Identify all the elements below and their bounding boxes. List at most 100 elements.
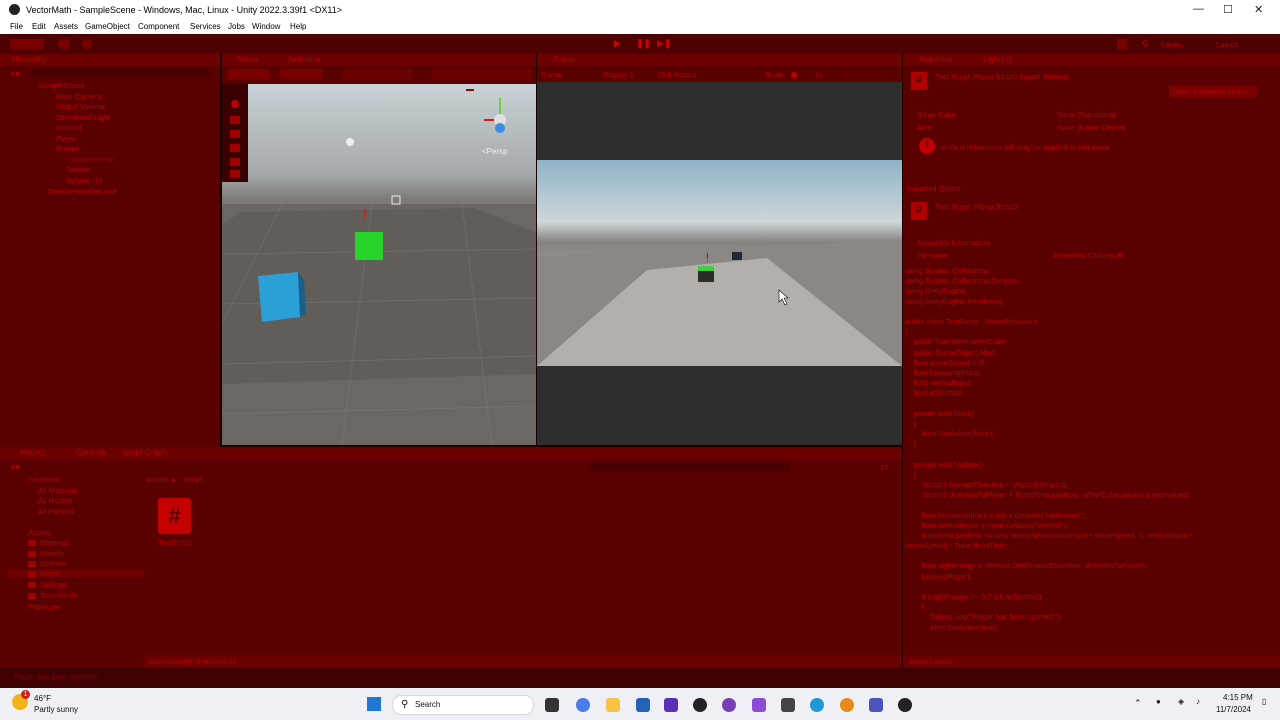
asset-labels-bar[interactable]: Asset Labels — [903, 656, 1280, 668]
close-icon[interactable]: ✕ — [1254, 3, 1263, 16]
file-name[interactable]: TestScript — [158, 538, 191, 547]
packages-folder[interactable]: Packages — [28, 602, 61, 611]
menu-file[interactable]: File — [10, 22, 23, 31]
layout-dropdown[interactable]: Layout — [1216, 40, 1239, 49]
notifications-icon[interactable]: ▯ — [1262, 697, 1266, 706]
global-dropdown[interactable] — [280, 69, 322, 79]
menu-gameobject[interactable]: GameObject — [85, 22, 130, 31]
menu-component[interactable]: Component — [138, 22, 179, 31]
search-icon[interactable]: ⚲ — [1142, 39, 1149, 50]
display-dropdown[interactable]: Display 1 — [603, 70, 634, 79]
hierarchy-item[interactable]: Player — [56, 134, 77, 143]
scale-slider[interactable] — [791, 72, 797, 78]
folder-item[interactable]: Models — [28, 549, 64, 558]
tab-game[interactable]: Game — [553, 55, 575, 64]
play-icon[interactable]: ▶ — [614, 38, 621, 49]
add-icon[interactable]: +▾ — [10, 69, 22, 79]
pause-icon[interactable]: ❚❚ — [636, 38, 651, 49]
assets-folder[interactable]: Assets — [28, 528, 51, 537]
folder-item[interactable]: Materials — [28, 538, 70, 547]
persp-label[interactable]: <Persp — [482, 147, 508, 156]
blue-cube[interactable] — [732, 252, 742, 260]
hierarchy-item[interactable]: Ground — [56, 123, 81, 132]
grid-snap-tools[interactable] — [342, 69, 412, 79]
favorite-item[interactable]: All Materials — [38, 486, 79, 495]
hierarchy-item[interactable]: Global Volume — [56, 102, 105, 111]
blender-icon[interactable] — [840, 698, 854, 712]
scene-view-options[interactable] — [432, 69, 532, 79]
folder-item[interactable]: Scenes — [28, 559, 65, 568]
clock-date[interactable]: 11/7/2024 — [1216, 705, 1251, 714]
tab-animator[interactable]: Animator — [288, 55, 320, 64]
taskbar-search-input[interactable]: ⚲ Search — [392, 695, 534, 715]
execution-order-button[interactable]: Execution Order... — [1189, 86, 1258, 97]
tab-hierarchy[interactable]: Hierarchy — [12, 55, 46, 64]
favorite-item[interactable]: All Models — [38, 496, 73, 505]
game-view[interactable]: ! — [537, 82, 902, 445]
hierarchy-item[interactable]: Sphere — [66, 165, 90, 174]
cloud-icon[interactable] — [58, 39, 70, 49]
tab-inspector[interactable]: Inspector — [919, 55, 952, 64]
tab-script-graph[interactable]: Script Graph — [122, 448, 167, 457]
status-message[interactable]: Player has been spotted! — [14, 672, 97, 681]
other-cube-field[interactable]: None (Transform) — [1057, 110, 1116, 119]
hierarchy-item[interactable]: Main Camera — [56, 92, 101, 101]
breadcrumb-script[interactable]: Script — [183, 475, 202, 484]
menu-window[interactable]: Window — [252, 22, 280, 31]
tab-scene[interactable]: Scene — [236, 55, 259, 64]
start-icon[interactable] — [367, 697, 381, 711]
scene-view[interactable]: ! <Persp — [222, 84, 536, 445]
green-cube[interactable] — [355, 232, 383, 260]
hierarchy-item[interactable]: Enemy — [56, 144, 79, 153]
aspect-dropdown[interactable]: 16:9 Aspect — [657, 70, 696, 79]
favorite-item[interactable]: All Prefabs — [38, 507, 74, 516]
menu-edit[interactable]: Edit — [32, 22, 46, 31]
blue-cube[interactable] — [258, 272, 300, 322]
microphone-icon[interactable]: ● — [1156, 697, 1161, 706]
edge-icon[interactable] — [810, 698, 824, 712]
visual-studio-icon[interactable] — [664, 698, 678, 712]
layers-dropdown[interactable]: Layers — [1161, 40, 1184, 49]
play-focused-dropdown[interactable]: Play Focused — [843, 70, 888, 79]
history-icon[interactable] — [1117, 39, 1127, 49]
tab-project[interactable]: Project — [20, 448, 45, 457]
hierarchy-item[interactable]: DontDestroyOnLoad — [48, 187, 116, 196]
menu-services[interactable]: Services — [190, 22, 221, 31]
add-icon[interactable]: +▾ — [10, 462, 20, 473]
breadcrumb-assets[interactable]: Assets — [146, 475, 169, 484]
collab-icon[interactable] — [82, 39, 92, 49]
folder-item-selected[interactable]: Script — [8, 569, 144, 578]
app-icon[interactable] — [693, 698, 707, 712]
volume-icon[interactable]: ♪ — [1196, 697, 1200, 706]
pivot-dropdown[interactable] — [228, 69, 270, 79]
teams-icon[interactable] — [869, 698, 883, 712]
maximize-icon[interactable]: ☐ — [1223, 3, 1233, 16]
hierarchy-item[interactable]: Directional Light — [56, 113, 110, 122]
task-view-icon[interactable] — [545, 698, 559, 712]
minimize-icon[interactable]: — — [1193, 3, 1204, 15]
unity-icon[interactable] — [781, 698, 795, 712]
favorites-header[interactable]: Favorites — [28, 475, 59, 484]
hierarchy-item[interactable]: SampleScene — [38, 81, 85, 90]
chevron-up-icon[interactable]: ⌃ — [1134, 698, 1142, 709]
menu-help[interactable]: Help — [290, 22, 306, 31]
step-icon[interactable]: ▶❚ — [657, 38, 671, 49]
store-icon[interactable] — [636, 698, 650, 712]
menu-jobs[interactable]: Jobs — [228, 22, 245, 31]
game-mode-dropdown[interactable]: Game — [541, 70, 561, 79]
github-desktop-icon[interactable] — [722, 698, 736, 712]
menu-assets[interactable]: Assets — [54, 22, 78, 31]
vs-icon[interactable] — [752, 698, 766, 712]
game-canvas[interactable]: ! — [537, 160, 902, 366]
file-explorer-icon[interactable] — [606, 698, 620, 712]
folder-item[interactable]: TutorialInfo — [28, 591, 77, 600]
tab-console[interactable]: Console — [76, 448, 105, 457]
obs-icon[interactable] — [898, 698, 912, 712]
hierarchy-item[interactable]: SpotlightMesh — [66, 155, 114, 164]
tab-lighting[interactable]: Lighting — [983, 55, 1011, 64]
hierarchy-item[interactable]: Sphere (1) — [66, 176, 101, 185]
wifi-icon[interactable]: ◈ — [1178, 697, 1184, 706]
alert-field[interactable]: None (Game Object) — [1057, 123, 1126, 132]
clock-time[interactable]: 4:15 PM — [1223, 693, 1253, 702]
hierarchy-search-input[interactable] — [30, 68, 210, 77]
